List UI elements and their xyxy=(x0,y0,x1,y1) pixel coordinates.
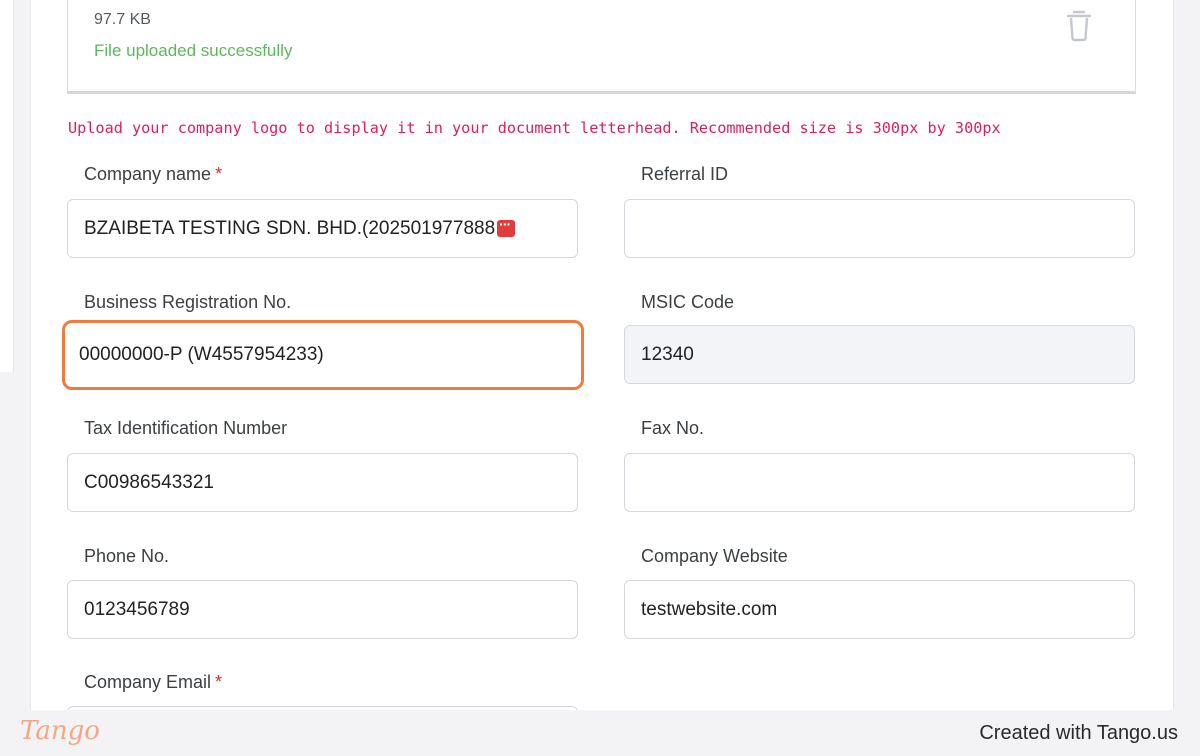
logo-upload-box[interactable]: 97.7 KB File uploaded successfully xyxy=(67,0,1136,94)
company-settings-card: 97.7 KB File uploaded successfully Uploa… xyxy=(30,0,1174,712)
file-size: 97.7 KB xyxy=(94,11,151,28)
tango-logo: Tango xyxy=(20,716,100,746)
website-label: Company Website xyxy=(641,546,788,566)
logo-upload-hint: Upload your company logo to display it i… xyxy=(68,119,1001,137)
upload-status: File uploaded successfully xyxy=(94,41,293,60)
business-reg-field[interactable]: 00000000-P (W4557954233) xyxy=(62,320,584,390)
tax-id-field[interactable]: C00986543321 xyxy=(67,453,578,512)
company-name-value: BZAIBETA TESTING SDN. BHD.(202501977888 xyxy=(84,217,496,239)
company-name-field[interactable]: BZAIBETA TESTING SDN. BHD.(202501977888 xyxy=(67,199,578,258)
business-reg-label: Business Registration No. xyxy=(84,292,292,312)
phone-label: Phone No. xyxy=(84,546,170,566)
msic-code-field: 12340 xyxy=(624,325,1135,384)
msic-code-label: MSIC Code xyxy=(641,292,735,312)
created-with-credit: Created with Tango.us xyxy=(979,722,1178,744)
background-panel xyxy=(0,0,14,372)
required-mark: * xyxy=(215,164,223,184)
referral-id-field[interactable] xyxy=(624,199,1135,258)
company-name-label: Company name * xyxy=(84,164,223,184)
website-field[interactable]: testwebsite.com xyxy=(624,580,1135,639)
fax-field[interactable] xyxy=(624,453,1135,512)
phone-field[interactable]: 0123456789 xyxy=(67,580,578,639)
fax-label: Fax No. xyxy=(641,418,705,438)
company-email-label: Company Email * xyxy=(84,672,223,692)
required-mark: * xyxy=(215,672,223,692)
more-icon xyxy=(497,216,516,237)
referral-id-label: Referral ID xyxy=(641,164,729,184)
trash-icon[interactable] xyxy=(1061,7,1097,43)
tax-id-label: Tax Identification Number xyxy=(84,418,288,438)
footer-bar: Tango Created with Tango.us xyxy=(0,710,1200,756)
